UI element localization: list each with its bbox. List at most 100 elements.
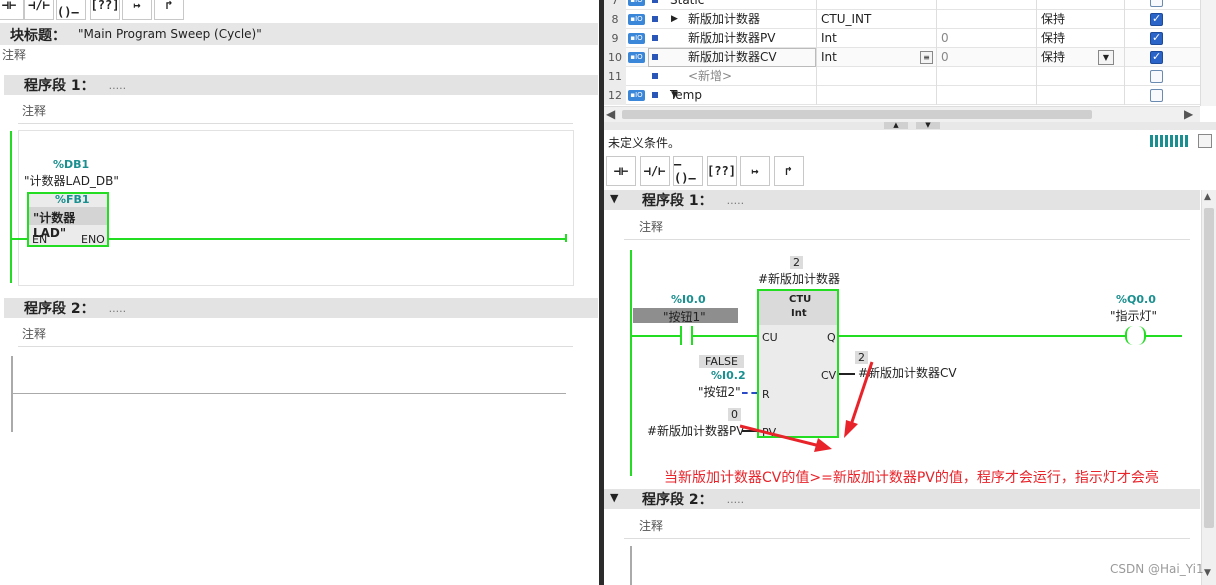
table-row[interactable]: 9 ▪IO 新版加计数器PV Int 0 保持	[604, 29, 1200, 48]
ladder-toolbar-box-button[interactable]: [??]	[706, 156, 737, 186]
comment-divider	[18, 123, 573, 124]
ctu-dtype: Int	[791, 308, 807, 319]
retain-checkbox[interactable]	[1150, 50, 1163, 64]
toolbar-no-contact-button[interactable]: ⊣⊢	[0, 0, 24, 20]
fb-box[interactable]: %FB1 "计数器LAD" EN ENO	[27, 192, 109, 247]
left-network-2-rung	[13, 393, 566, 394]
ladder-toolbar-branch-open-button[interactable]: ↦	[740, 156, 770, 186]
retain-value[interactable]: 保持	[1041, 10, 1065, 29]
expand-arrow-icon[interactable]: ▶	[671, 10, 678, 29]
toolbar-box-button[interactable]: [??]	[90, 0, 120, 20]
db-variable-icon: ▪IO	[628, 90, 645, 101]
variable-name[interactable]: 新版加计数器	[688, 10, 760, 29]
collapse-up-icon[interactable]: ▲	[884, 122, 908, 129]
data-type[interactable]: CTU_INT	[821, 10, 871, 29]
coil-name[interactable]: "指示灯"	[1110, 307, 1157, 324]
data-type[interactable]: Int	[821, 29, 837, 48]
column-divider	[1124, 0, 1125, 10]
rung-segment	[839, 335, 1127, 337]
toolbar-branch-close-button[interactable]: ↱	[154, 0, 184, 20]
fb-en-pin: EN	[32, 233, 48, 246]
rung-segment	[632, 335, 680, 337]
collapse-down-icon[interactable]: ▼	[916, 122, 940, 129]
block-comment[interactable]: 注释	[2, 46, 26, 63]
ladder-toolbar-nc-contact-button[interactable]: ⊣/⊢	[639, 156, 670, 186]
collapse-arrow-icon[interactable]: ▼	[610, 192, 618, 205]
table-row[interactable]: 11 <新增>	[604, 67, 1200, 86]
column-divider	[936, 86, 937, 105]
table-vscrollbar[interactable]	[1200, 0, 1216, 106]
dropdown-arrow-icon[interactable]: ▼	[1098, 50, 1114, 65]
retain-checkbox[interactable]	[1150, 31, 1163, 45]
retain-checkbox[interactable]	[1150, 70, 1163, 83]
coil-left-arc	[1125, 326, 1133, 345]
table-hscrollbar[interactable]: ◀ ▶	[604, 106, 1200, 122]
segment-dots: .....	[108, 78, 127, 92]
right-segment-1-header[interactable]: ▼ 程序段 1： .....	[604, 190, 1200, 210]
default-value[interactable]: 0	[941, 48, 949, 67]
collapse-arrow-icon[interactable]: ▼	[610, 491, 618, 504]
scroll-up-arrow-icon[interactable]: ▲	[1204, 192, 1211, 202]
left-segment-2-header[interactable]: 程序段 2： .....	[4, 298, 598, 318]
table-row[interactable]: 8 ▪IO ▶ 新版加计数器 CTU_INT 保持	[604, 10, 1200, 29]
right-segment-2-comment[interactable]: 注释	[639, 517, 663, 534]
network-overview-icon[interactable]	[1150, 135, 1190, 147]
data-type[interactable]: Int	[821, 48, 837, 67]
row-number: 11	[604, 67, 626, 86]
list-picker-icon[interactable]: ≡	[920, 51, 933, 64]
table-row[interactable]: 12 ▪IO ▼ Temp	[604, 86, 1200, 105]
retain-value[interactable]: 保持	[1041, 48, 1065, 67]
right-segment-1-comment[interactable]: 注释	[639, 218, 663, 235]
selected-cell-outline	[648, 48, 816, 67]
annotation-text: 当新版加计数器CV的值>=新版加计数器PV的值，程序才会运行，指示灯才会亮	[664, 470, 1159, 486]
toolbar-branch-open-button[interactable]: ↦	[122, 0, 152, 20]
block-title-bar: 块标题： "Main Program Sweep (Cycle)"	[0, 23, 598, 45]
retain-checkbox[interactable]	[1150, 0, 1163, 7]
variable-name[interactable]: <新增>	[688, 67, 732, 86]
right-segment-2-header[interactable]: ▼ 程序段 2： .....	[604, 489, 1200, 509]
default-value[interactable]: 0	[941, 29, 949, 48]
retain-checkbox[interactable]	[1150, 12, 1163, 26]
toolbar-coil-button[interactable]: –()–	[56, 0, 86, 20]
column-divider	[936, 10, 937, 29]
table-row[interactable]: 10 ▪IO 新版加计数器CV Int 0 保持 ≡ ▼	[604, 48, 1200, 67]
left-segment-1-header[interactable]: 程序段 1： .....	[4, 75, 598, 95]
column-divider	[1124, 86, 1125, 105]
row-number: 8	[604, 10, 626, 29]
scroll-right-arrow-icon[interactable]: ▶	[1184, 107, 1193, 121]
column-divider	[1124, 10, 1125, 29]
scroll-left-arrow-icon[interactable]: ◀	[606, 107, 615, 121]
editor-vscrollbar[interactable]: ▲ ▼	[1201, 190, 1216, 585]
variable-name[interactable]: 新版加计数器PV	[688, 29, 775, 48]
ctu-instance-num: 2	[790, 256, 803, 269]
table-resize-handle[interactable]: ▲ ▼	[604, 122, 1216, 130]
db-variable-icon: ▪IO	[628, 14, 645, 25]
scroll-thumb[interactable]	[1204, 208, 1214, 528]
column-divider	[1036, 48, 1037, 67]
ladder-toolbar-branch-close-button[interactable]: ↱	[773, 156, 804, 186]
scroll-thumb[interactable]	[622, 110, 1092, 119]
variable-marker-icon	[652, 35, 658, 41]
variable-marker-icon	[652, 0, 658, 3]
retain-checkbox[interactable]	[1150, 89, 1163, 102]
left-segment-1-comment[interactable]: 注释	[22, 102, 46, 119]
ctu-instance-name[interactable]: #新版加计数器	[758, 270, 840, 287]
ladder-toolbar-no-contact-button[interactable]: ⊣⊢	[606, 156, 636, 186]
variable-marker-icon	[652, 92, 658, 98]
ladder-toolbar-coil-button[interactable]: –()–	[673, 156, 703, 186]
scroll-down-arrow-icon[interactable]: ▼	[1204, 568, 1211, 578]
segment-title: 程序段 2：	[24, 301, 95, 317]
panel-icon[interactable]	[1198, 134, 1212, 148]
column-divider	[1036, 67, 1037, 86]
table-row[interactable]: 7 ▪IO Static	[604, 0, 1200, 10]
variable-marker-icon	[652, 73, 658, 79]
variable-name[interactable]: Temp	[670, 86, 702, 105]
segment-title: 程序段 1：	[642, 193, 713, 209]
comment-divider	[624, 239, 1190, 240]
left-segment-2-comment[interactable]: 注释	[22, 325, 46, 342]
retain-value[interactable]: 保持	[1041, 29, 1065, 48]
toolbar-nc-contact-button[interactable]: ⊣/⊢	[24, 0, 54, 20]
block-title-value[interactable]: "Main Program Sweep (Cycle)"	[78, 27, 262, 41]
variable-name[interactable]: Static	[670, 0, 704, 10]
fb-db-name[interactable]: "计数器LAD_DB"	[24, 172, 119, 189]
